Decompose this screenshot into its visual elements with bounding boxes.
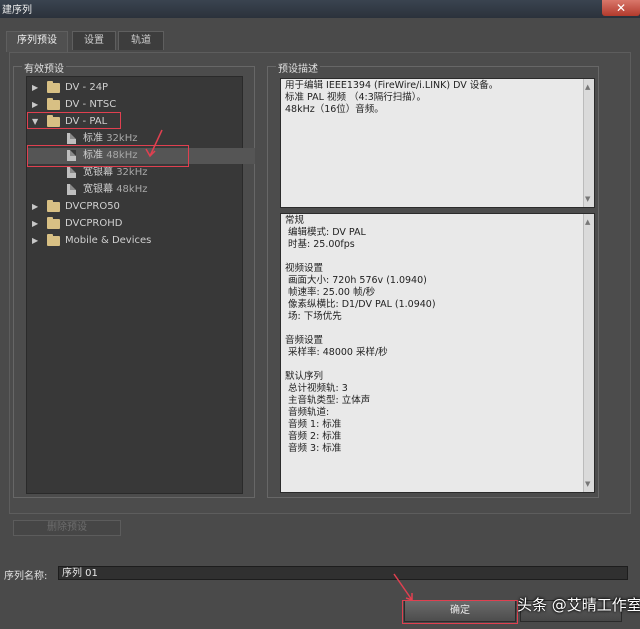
tree-item-sub: 32kHz bbox=[116, 167, 148, 178]
expand-arrow-icon[interactable]: ▶ bbox=[32, 80, 38, 96]
description-summary: 用于编辑 IEEE1394 (FireWire/i.LINK) DV 设备。 标… bbox=[280, 78, 595, 208]
tree-item-dvcpro50[interactable]: ▶ DVCPRO50 bbox=[27, 199, 255, 215]
title-bar: 建序列 ✕ bbox=[0, 0, 640, 18]
close-icon: ✕ bbox=[615, 1, 627, 15]
scroll-down-icon[interactable]: ▼ bbox=[585, 478, 590, 490]
tree-item-dvcprohd[interactable]: ▶ DVCPROHD bbox=[27, 216, 255, 232]
summary-scrollbar[interactable]: ▲ ▼ bbox=[583, 79, 594, 207]
tree-item-label: DV - NTSC bbox=[65, 99, 117, 110]
scroll-up-icon[interactable]: ▲ bbox=[585, 216, 590, 228]
description-group-label: 预设描述 bbox=[276, 60, 320, 75]
description-details-text: 常规 编辑模式: DV PAL 时基: 25.00fps 视频设置 画面大小: … bbox=[285, 215, 436, 454]
tree-item-label: 宽银幕 bbox=[83, 167, 113, 178]
scroll-up-icon[interactable]: ▲ bbox=[585, 81, 590, 93]
annotation-box-dv-pal bbox=[27, 112, 121, 129]
tree-item-label: DV - 24P bbox=[65, 82, 109, 93]
tree-item-mobile-devices[interactable]: ▶ Mobile & Devices bbox=[27, 233, 255, 249]
tree-item-dv-24p[interactable]: ▶ DV - 24P bbox=[27, 80, 255, 96]
tab-settings[interactable]: 设置 bbox=[72, 31, 116, 50]
presets-tree[interactable]: ▶ DV - 24P ▶ DV - NTSC ▼ DV - PAL 标准 32k… bbox=[26, 76, 255, 494]
tree-item-widescreen-48khz[interactable]: 宽银幕 48kHz bbox=[27, 182, 255, 198]
folder-icon bbox=[47, 98, 60, 110]
tree-item-label: DVCPRO50 bbox=[65, 201, 120, 212]
preset-file-icon bbox=[67, 167, 76, 178]
tree-item-label: DVCPROHD bbox=[65, 218, 123, 229]
description-details: 常规 编辑模式: DV PAL 时基: 25.00fps 视频设置 画面大小: … bbox=[280, 213, 595, 493]
description-summary-text: 用于编辑 IEEE1394 (FireWire/i.LINK) DV 设备。 标… bbox=[285, 80, 499, 115]
expand-arrow-icon[interactable]: ▶ bbox=[32, 233, 38, 249]
annotation-arrow-icon bbox=[393, 573, 413, 602]
sequence-name-input[interactable]: 序列 01 bbox=[58, 566, 628, 580]
close-button[interactable]: ✕ bbox=[602, 0, 640, 16]
expand-arrow-icon[interactable]: ▶ bbox=[32, 216, 38, 232]
preset-file-icon bbox=[67, 133, 76, 144]
folder-icon bbox=[47, 234, 60, 246]
window-title: 建序列 bbox=[2, 5, 32, 16]
tree-item-label: 宽银幕 bbox=[83, 184, 113, 195]
sequence-name-label: 序列名称: bbox=[4, 571, 48, 582]
expand-arrow-icon[interactable]: ▶ bbox=[32, 199, 38, 215]
tree-item-sub: 48kHz bbox=[116, 184, 148, 195]
scroll-down-icon[interactable]: ▼ bbox=[585, 193, 590, 205]
tree-item-label: Mobile & Devices bbox=[65, 235, 152, 246]
expand-arrow-icon[interactable]: ▶ bbox=[32, 97, 38, 113]
tree-item-label: 标准 bbox=[83, 133, 103, 144]
tree-item-dv-ntsc[interactable]: ▶ DV - NTSC bbox=[27, 97, 255, 113]
tab-tracks[interactable]: 轨道 bbox=[118, 31, 164, 50]
folder-icon bbox=[47, 200, 60, 212]
tree-item-sub: 32kHz bbox=[106, 133, 138, 144]
folder-icon bbox=[47, 217, 60, 229]
annotation-arrow-icon bbox=[145, 129, 163, 158]
tab-sequence-presets[interactable]: 序列预设 bbox=[6, 31, 68, 52]
tree-item-widescreen-32khz[interactable]: 宽银幕 32kHz bbox=[27, 165, 255, 181]
delete-preset-button[interactable]: 删除预设 bbox=[13, 520, 121, 536]
details-scrollbar[interactable]: ▲ ▼ bbox=[583, 214, 594, 492]
presets-group-label: 有效预设 bbox=[22, 60, 66, 75]
preset-file-icon bbox=[67, 184, 76, 195]
watermark: 头条 @艾晴工作室 bbox=[517, 596, 640, 614]
folder-icon bbox=[47, 81, 60, 93]
